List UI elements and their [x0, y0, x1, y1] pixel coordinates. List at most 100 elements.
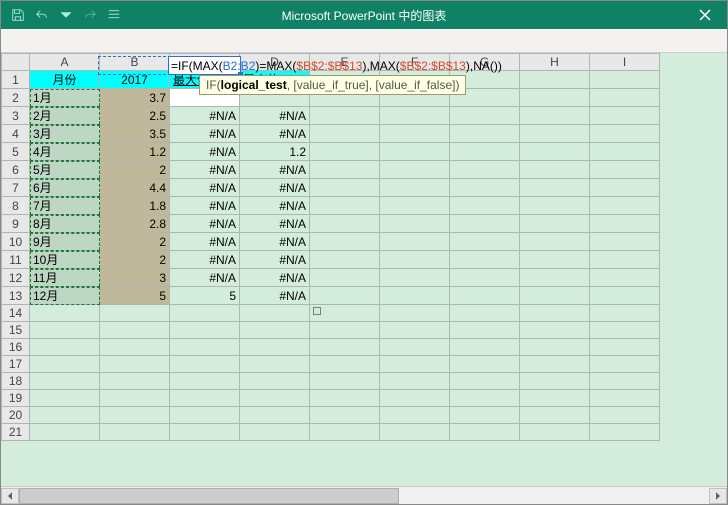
cell[interactable] [590, 107, 660, 125]
cell[interactable] [310, 161, 380, 179]
cell[interactable] [520, 71, 590, 89]
cell[interactable] [590, 143, 660, 161]
cell[interactable] [30, 373, 100, 390]
undo-icon[interactable] [31, 4, 53, 26]
cell[interactable] [590, 390, 660, 407]
cell-value[interactable]: 2 [100, 233, 170, 251]
cell[interactable] [310, 424, 380, 441]
cell[interactable] [240, 322, 310, 339]
cell[interactable] [520, 305, 590, 322]
cell[interactable] [590, 356, 660, 373]
cell-tag-icon[interactable] [313, 307, 321, 315]
cell[interactable] [380, 287, 450, 305]
cell[interactable] [310, 390, 380, 407]
cell-value[interactable]: 3 [100, 269, 170, 287]
cell[interactable] [30, 390, 100, 407]
function-tooltip[interactable]: IF(logical_test, [value_if_true], [value… [199, 75, 466, 95]
cell-month[interactable]: 12月 [30, 287, 100, 305]
cell[interactable] [380, 215, 450, 233]
cell[interactable] [100, 424, 170, 441]
cell-month[interactable]: 2月 [30, 107, 100, 125]
cell[interactable] [380, 107, 450, 125]
cell[interactable] [240, 339, 310, 356]
cell[interactable] [380, 179, 450, 197]
cell[interactable] [240, 424, 310, 441]
cell[interactable] [310, 269, 380, 287]
cell-max[interactable]: #N/A [170, 215, 240, 233]
cell[interactable] [590, 251, 660, 269]
row-header-20[interactable]: 20 [2, 407, 30, 424]
cell[interactable] [380, 143, 450, 161]
cell[interactable] [30, 322, 100, 339]
cell[interactable] [170, 390, 240, 407]
cell[interactable] [450, 424, 520, 441]
cell[interactable] [380, 424, 450, 441]
row-header-12[interactable]: 12 [2, 269, 30, 287]
cell-min[interactable]: #N/A [240, 125, 310, 143]
cell[interactable] [590, 373, 660, 390]
cell[interactable] [380, 407, 450, 424]
cell[interactable] [450, 125, 520, 143]
cell-min[interactable]: #N/A [240, 161, 310, 179]
cell-min[interactable]: 1.2 [240, 143, 310, 161]
cell[interactable] [590, 125, 660, 143]
save-icon[interactable] [7, 4, 29, 26]
cell-value[interactable]: 2 [100, 251, 170, 269]
cell[interactable] [590, 287, 660, 305]
cell[interactable] [310, 287, 380, 305]
formula-inline-editor[interactable]: =IF(MAX(B2:B2)=MAX($B$2:$B$13),MAX($B$2:… [171, 57, 502, 75]
cell[interactable] [170, 305, 240, 322]
cell-max[interactable]: #N/A [170, 143, 240, 161]
cell[interactable] [520, 339, 590, 356]
cell[interactable] [450, 179, 520, 197]
cell[interactable] [170, 356, 240, 373]
cell[interactable] [170, 407, 240, 424]
column-header-B[interactable]: B [100, 54, 170, 71]
cell-value[interactable]: 1.2 [100, 143, 170, 161]
cell[interactable] [30, 407, 100, 424]
cell[interactable] [520, 390, 590, 407]
cell[interactable] [520, 424, 590, 441]
cell-value[interactable]: 2.5 [100, 107, 170, 125]
cell[interactable] [380, 269, 450, 287]
cell[interactable] [450, 269, 520, 287]
cell[interactable] [590, 233, 660, 251]
cell-value[interactable]: 1.8 [100, 197, 170, 215]
cell-month[interactable]: 11月 [30, 269, 100, 287]
scroll-track[interactable] [19, 488, 709, 504]
cell[interactable] [450, 339, 520, 356]
cell[interactable] [590, 161, 660, 179]
cell-value[interactable]: 4.4 [100, 179, 170, 197]
cell[interactable] [450, 197, 520, 215]
customize-icon[interactable] [103, 4, 125, 26]
cell[interactable] [450, 251, 520, 269]
cell[interactable] [100, 407, 170, 424]
cell[interactable] [100, 390, 170, 407]
cell[interactable] [310, 233, 380, 251]
row-header-11[interactable]: 11 [2, 251, 30, 269]
cell-month[interactable]: 6月 [30, 179, 100, 197]
cell-min[interactable]: #N/A [240, 107, 310, 125]
cell[interactable] [520, 197, 590, 215]
grid[interactable]: ABCDEFGHI1月份2017最大值最小值21月3.732月2.5#N/A#N… [1, 53, 660, 441]
cell-value[interactable]: 5 [100, 287, 170, 305]
cell-min[interactable]: #N/A [240, 287, 310, 305]
cell-min[interactable]: #N/A [240, 233, 310, 251]
row-header-18[interactable]: 18 [2, 373, 30, 390]
scroll-thumb[interactable] [19, 488, 399, 504]
cell-month[interactable]: 4月 [30, 143, 100, 161]
cell[interactable] [590, 215, 660, 233]
row-header-9[interactable]: 9 [2, 215, 30, 233]
cell-min[interactable]: #N/A [240, 215, 310, 233]
cell[interactable] [520, 107, 590, 125]
cell[interactable] [450, 373, 520, 390]
header-month[interactable]: 月份 [30, 71, 100, 89]
row-header-5[interactable]: 5 [2, 143, 30, 161]
cell[interactable] [380, 125, 450, 143]
cell-month[interactable]: 10月 [30, 251, 100, 269]
row-header-4[interactable]: 4 [2, 125, 30, 143]
cell[interactable] [170, 339, 240, 356]
row-header-21[interactable]: 21 [2, 424, 30, 441]
cell[interactable] [170, 424, 240, 441]
cell[interactable] [100, 322, 170, 339]
